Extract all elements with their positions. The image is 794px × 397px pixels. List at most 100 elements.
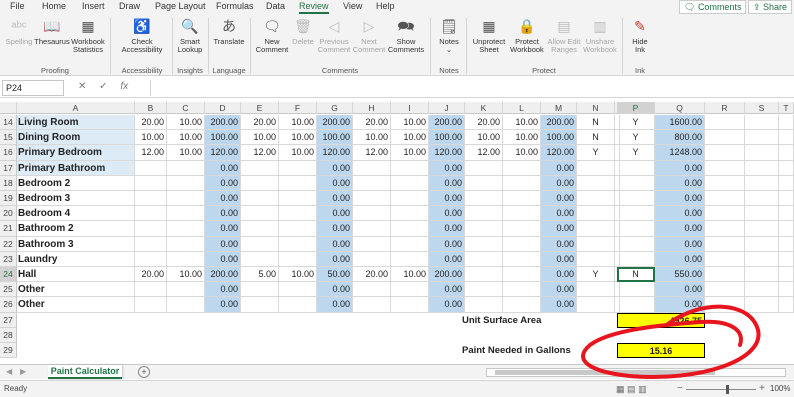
cell-q16[interactable]: 1248.00 xyxy=(655,145,705,161)
row-number[interactable]: 14 xyxy=(0,115,17,131)
cell-a18[interactable]: Bedroom 2 xyxy=(17,175,135,191)
cell-f15[interactable]: 10.00 xyxy=(279,130,317,146)
zoom-slider[interactable] xyxy=(686,389,756,390)
cell-j24[interactable]: 200.00 xyxy=(429,267,465,283)
cell-p18[interactable] xyxy=(617,175,655,191)
cell-s26[interactable] xyxy=(745,297,779,313)
cell-p25[interactable] xyxy=(617,282,655,298)
cell-d26[interactable]: 0.00 xyxy=(205,297,241,313)
cell-p19[interactable] xyxy=(617,191,655,207)
zoom-slider-thumb[interactable] xyxy=(726,385,729,394)
cell-b20[interactable] xyxy=(135,206,167,222)
cell-d20[interactable]: 0.00 xyxy=(205,206,241,222)
share-button[interactable]: ⇪ Share xyxy=(748,0,793,14)
cell-h22[interactable] xyxy=(353,236,391,252)
row-number[interactable]: 25 xyxy=(0,282,17,298)
cell-j22[interactable]: 0.00 xyxy=(429,236,465,252)
menu-insert[interactable]: Insert xyxy=(82,0,105,14)
cell-p15[interactable]: Y xyxy=(617,130,655,146)
column-header-r[interactable]: R xyxy=(705,102,745,114)
cell-a20[interactable]: Bedroom 4 xyxy=(17,206,135,222)
tab-next-icon[interactable]: ▶ xyxy=(20,367,26,376)
cell-f17[interactable] xyxy=(279,160,317,176)
cell-p24[interactable]: N▾ xyxy=(617,267,666,283)
comments-button[interactable]: 🗨 Comments xyxy=(679,0,747,14)
cell-n20[interactable] xyxy=(577,206,615,222)
cell-n24[interactable]: Y xyxy=(577,267,615,283)
cell-l21[interactable] xyxy=(503,221,541,237)
row-number[interactable]: 18 xyxy=(0,175,17,191)
cell-a15[interactable]: Dining Room xyxy=(17,130,135,146)
column-header-k[interactable]: K xyxy=(465,102,503,114)
cell-c25[interactable] xyxy=(167,282,205,298)
row-number[interactable]: 15 xyxy=(0,130,17,146)
cell-r15[interactable] xyxy=(705,130,745,146)
next-comment-button[interactable]: ▷ Next Comment xyxy=(352,16,386,54)
cell-j23[interactable]: 0.00 xyxy=(429,251,465,267)
column-header-j[interactable]: J xyxy=(429,102,465,114)
column-header-n[interactable]: N xyxy=(577,102,615,114)
cell-t21[interactable] xyxy=(779,221,794,237)
cell-t16[interactable] xyxy=(779,145,794,161)
column-header-m[interactable]: M xyxy=(541,102,577,114)
cell-j18[interactable]: 0.00 xyxy=(429,175,465,191)
cell-b18[interactable] xyxy=(135,175,167,191)
cell-l18[interactable] xyxy=(503,175,541,191)
cell-h15[interactable]: 10.00 xyxy=(353,130,391,146)
row-number[interactable]: 22 xyxy=(0,236,17,252)
cell-n21[interactable] xyxy=(577,221,615,237)
row-number[interactable]: 23 xyxy=(0,251,17,267)
cell-t22[interactable] xyxy=(779,236,794,252)
cell-k18[interactable] xyxy=(465,175,503,191)
name-box[interactable]: P24 xyxy=(2,80,64,96)
cell-m16[interactable]: 120.00 xyxy=(541,145,577,161)
cell-m21[interactable]: 0.00 xyxy=(541,221,577,237)
cell-s17[interactable] xyxy=(745,160,779,176)
cell-i15[interactable]: 10.00 xyxy=(391,130,429,146)
cell-d25[interactable]: 0.00 xyxy=(205,282,241,298)
cell-n18[interactable] xyxy=(577,175,615,191)
cell-b21[interactable] xyxy=(135,221,167,237)
cell-s23[interactable] xyxy=(745,251,779,267)
column-header-h[interactable]: H xyxy=(353,102,391,114)
cell-c19[interactable] xyxy=(167,191,205,207)
cell-l22[interactable] xyxy=(503,236,541,252)
cell-k15[interactable]: 10.00 xyxy=(465,130,503,146)
cell-f16[interactable]: 10.00 xyxy=(279,145,317,161)
cell-g18[interactable]: 0.00 xyxy=(317,175,353,191)
cell-t17[interactable] xyxy=(779,160,794,176)
cell-t20[interactable] xyxy=(779,206,794,222)
cell-q17[interactable]: 0.00 xyxy=(655,160,705,176)
cell-p23[interactable] xyxy=(617,251,655,267)
menu-page-layout[interactable]: Page Layout xyxy=(155,0,206,14)
cell-r25[interactable] xyxy=(705,282,745,298)
cell-h23[interactable] xyxy=(353,251,391,267)
formula-input[interactable] xyxy=(150,80,790,96)
cell-f23[interactable] xyxy=(279,251,317,267)
cell-j15[interactable]: 100.00 xyxy=(429,130,465,146)
cell-b19[interactable] xyxy=(135,191,167,207)
cell-q23[interactable]: 0.00 xyxy=(655,251,705,267)
row-number[interactable]: 26 xyxy=(0,297,17,313)
cell-n14[interactable]: N xyxy=(577,115,615,131)
cell-s14[interactable] xyxy=(745,115,779,131)
cell-q15[interactable]: 800.00 xyxy=(655,130,705,146)
cell-j26[interactable]: 0.00 xyxy=(429,297,465,313)
scrollbar-thumb[interactable] xyxy=(495,370,715,375)
previous-comment-button[interactable]: ◁ Previous Comment xyxy=(316,16,352,54)
cell-t14[interactable] xyxy=(779,115,794,131)
cell-r22[interactable] xyxy=(705,236,745,252)
cell-c18[interactable] xyxy=(167,175,205,191)
cell-p16[interactable]: Y xyxy=(617,145,655,161)
column-header-e[interactable]: E xyxy=(241,102,279,114)
cell-g21[interactable]: 0.00 xyxy=(317,221,353,237)
cell-b15[interactable]: 10.00 xyxy=(135,130,167,146)
cell-h20[interactable] xyxy=(353,206,391,222)
cell-n19[interactable] xyxy=(577,191,615,207)
cell-q25[interactable]: 0.00 xyxy=(655,282,705,298)
zoom-in-icon[interactable]: + xyxy=(759,383,765,394)
cell-a17[interactable]: Primary Bathroom xyxy=(17,160,135,176)
cell-g20[interactable]: 0.00 xyxy=(317,206,353,222)
menu-home[interactable]: Home xyxy=(42,0,66,14)
cell-a21[interactable]: Bathroom 2 xyxy=(17,221,135,237)
